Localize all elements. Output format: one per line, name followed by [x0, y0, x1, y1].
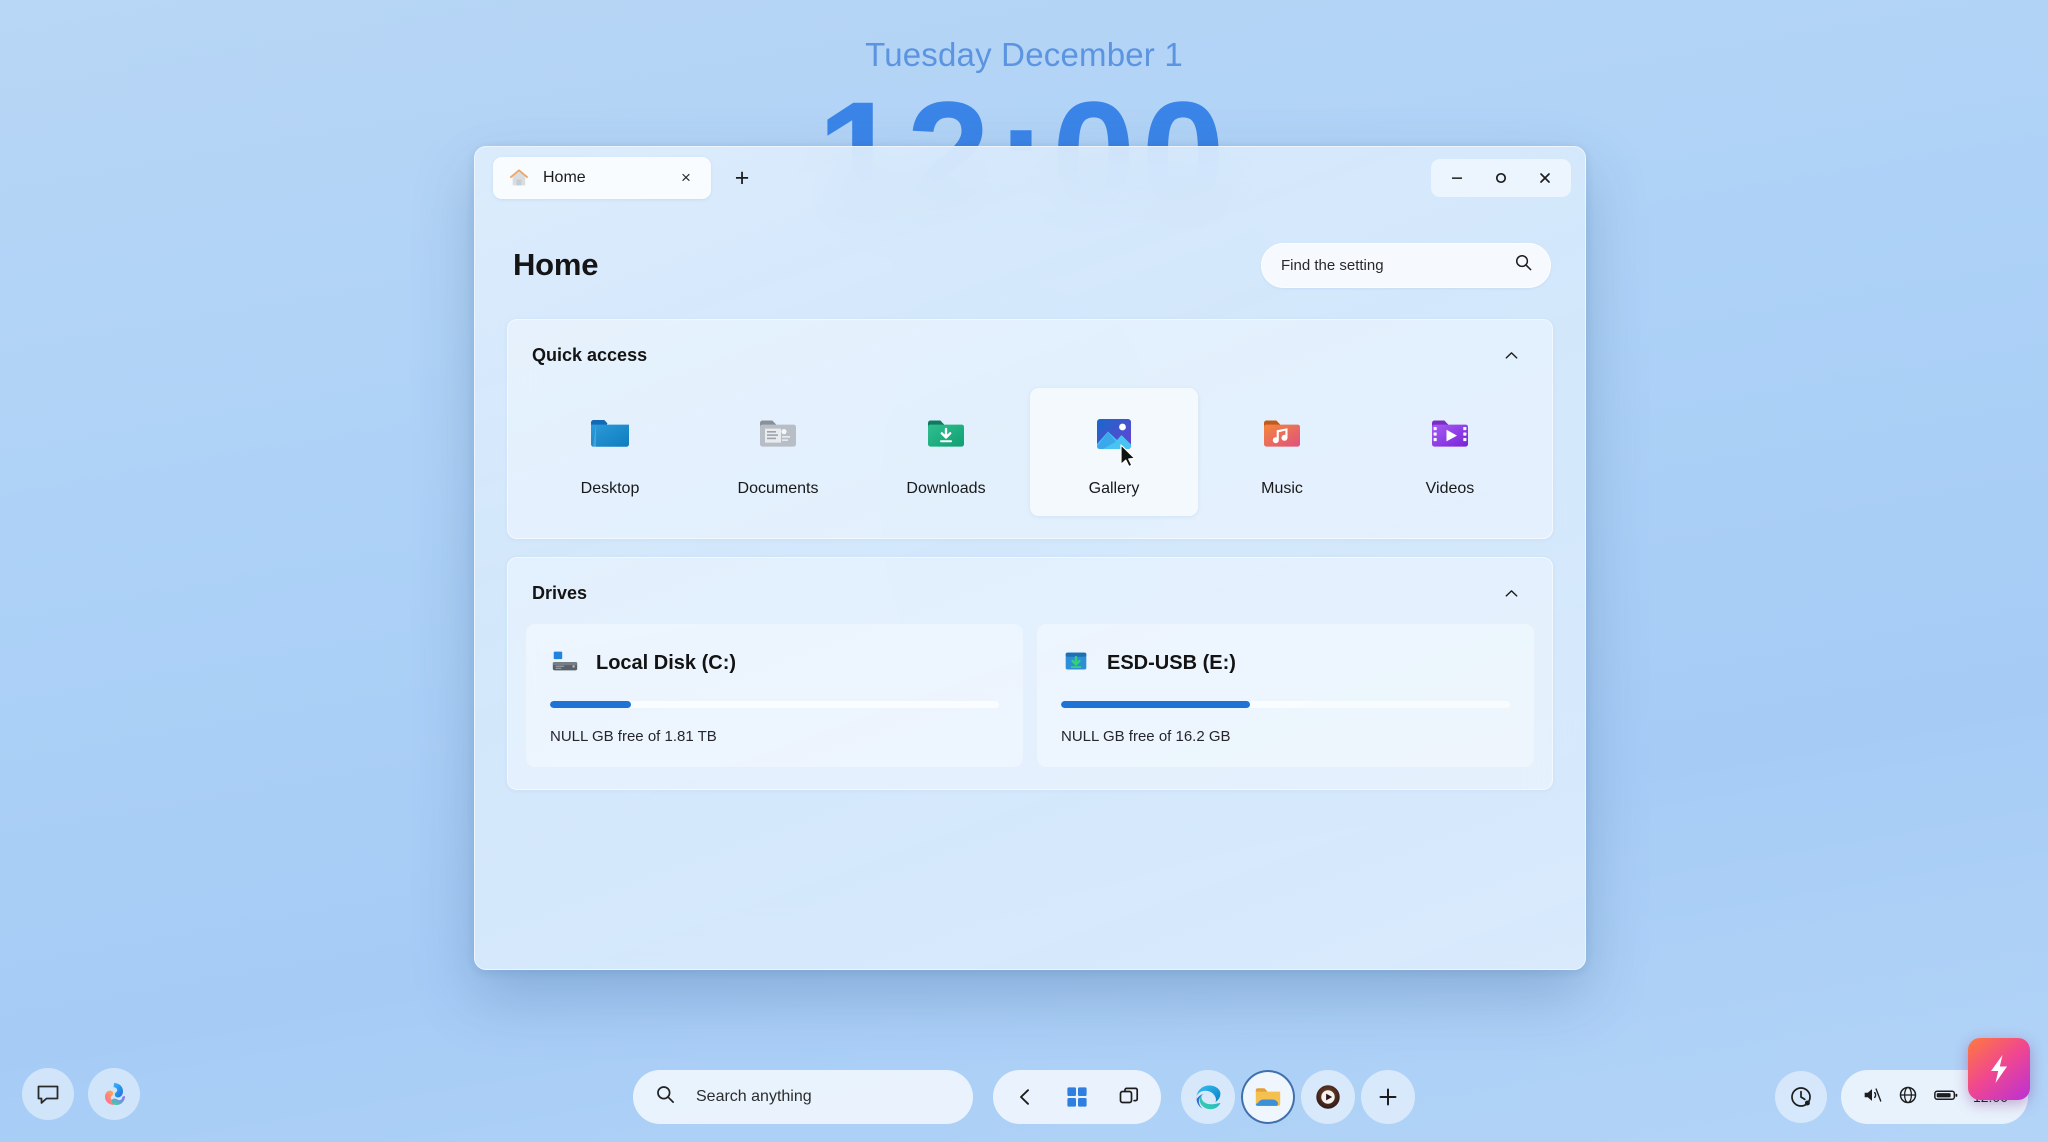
windows-start-icon[interactable] [1053, 1074, 1101, 1120]
quick-access-tile-desktop[interactable]: Desktop [526, 388, 694, 516]
drives-list: Local Disk (C:) NULL GB free of 1.81 TB [508, 622, 1552, 789]
network-globe-icon[interactable] [1897, 1084, 1919, 1111]
drive-usage-fill [550, 701, 631, 708]
drive-capacity-text: NULL GB free of 16.2 GB [1061, 728, 1231, 745]
search-icon [1514, 253, 1533, 277]
taskbar: Search anything [0, 1038, 2048, 1142]
folder-downloads-icon [922, 410, 970, 458]
drive-name: Local Disk (C:) [596, 652, 737, 674]
tab-home[interactable]: Home × [493, 157, 711, 199]
hard-drive-icon [550, 646, 580, 681]
taskbar-search-box[interactable]: Search anything [633, 1070, 973, 1124]
taskbar-search-placeholder: Search anything [696, 1088, 812, 1105]
folder-gallery-icon [1090, 410, 1138, 468]
quick-access-tile-documents[interactable]: Documents [694, 388, 862, 516]
drive-item-local-disk-c[interactable]: Local Disk (C:) NULL GB free of 1.81 TB [526, 624, 1023, 767]
quick-access-tile-label: Documents [737, 480, 819, 497]
folder-desktop-icon [586, 410, 634, 458]
quick-access-tile-label: Videos [1425, 480, 1475, 497]
chat-icon[interactable] [22, 1068, 74, 1120]
quick-access-tile-label: Gallery [1088, 480, 1140, 497]
file-explorer-icon[interactable] [1241, 1070, 1295, 1124]
tab-label: Home [543, 169, 586, 186]
quick-access-tile-gallery[interactable]: Gallery [1030, 388, 1198, 516]
maximize-button[interactable] [1479, 162, 1523, 194]
task-view-icon[interactable] [1105, 1074, 1153, 1120]
back-icon[interactable] [1001, 1074, 1049, 1120]
quick-access-tile-videos[interactable]: Videos [1366, 388, 1534, 516]
page-title: Home [513, 247, 599, 282]
add-app-icon[interactable] [1361, 1070, 1415, 1124]
folder-documents-icon [754, 410, 802, 458]
settings-search-box[interactable]: Find the setting [1261, 242, 1551, 288]
search-icon [655, 1084, 676, 1110]
drives-header: Drives [508, 558, 1552, 622]
media-player-icon[interactable] [1301, 1070, 1355, 1124]
drive-header: ESD-USB (E:) [1061, 646, 1510, 681]
battery-icon[interactable] [1933, 1084, 1959, 1111]
drives-title: Drives [532, 582, 588, 603]
edge-icon[interactable] [1181, 1070, 1235, 1124]
drive-usage-bar [1061, 701, 1510, 708]
drive-capacity-text: NULL GB free of 1.81 TB [550, 728, 717, 745]
page-header: Home Find the setting [475, 209, 1585, 301]
drives-card: Drives Local Disk (C:) NULL GB free of 1… [507, 557, 1553, 790]
taskbar-left-group [22, 1068, 140, 1120]
taskbar-app-group [1181, 1070, 1415, 1124]
new-tab-button[interactable]: + [725, 161, 759, 195]
tab-close-button[interactable]: × [673, 165, 699, 191]
clock-history-icon[interactable] [1774, 1071, 1827, 1123]
drive-usage-fill [1061, 701, 1250, 708]
home-icon [507, 166, 531, 190]
drives-collapse-chevron-up-icon[interactable] [1494, 578, 1528, 608]
window-controls [1431, 159, 1571, 197]
folder-videos-icon [1426, 410, 1474, 458]
window-content: Quick access Desktop Documents Downloads… [475, 301, 1585, 790]
quick-access-collapse-chevron-up-icon[interactable] [1494, 340, 1528, 370]
quick-access-tile-label: Downloads [906, 480, 986, 497]
close-button[interactable] [1523, 162, 1567, 194]
desktop-date: Tuesday December 1 [865, 36, 1183, 73]
lightning-badge-icon[interactable] [1968, 1038, 2030, 1100]
folder-music-icon [1258, 410, 1306, 458]
drive-usage-bar [550, 701, 999, 708]
minimize-button[interactable] [1435, 162, 1479, 194]
quick-access-header: Quick access [508, 320, 1552, 384]
copilot-icon[interactable] [88, 1068, 140, 1120]
taskbar-nav-pill [993, 1070, 1161, 1124]
quick-access-tile-label: Music [1261, 480, 1303, 497]
quick-access-tile-label: Desktop [580, 480, 640, 497]
quick-access-tile-music[interactable]: Music [1198, 388, 1366, 516]
quick-access-tile-downloads[interactable]: Downloads [862, 388, 1030, 516]
settings-search-placeholder: Find the setting [1281, 256, 1384, 274]
quick-access-title: Quick access [532, 344, 648, 365]
quick-access-card: Quick access Desktop Documents Downloads… [507, 319, 1553, 539]
volume-mute-icon[interactable] [1861, 1084, 1883, 1111]
window-titlebar: Home × + [475, 147, 1585, 209]
taskbar-center-group: Search anything [633, 1070, 1415, 1124]
file-explorer-window: Home × + Home Find the setting Quick acc… [474, 146, 1586, 970]
quick-access-tiles: Desktop Documents Downloads Gallery Musi… [508, 384, 1552, 538]
usb-drive-icon [1061, 646, 1091, 681]
drive-name: ESD-USB (E:) [1107, 652, 1236, 674]
drive-item-esd-usb-e[interactable]: ESD-USB (E:) NULL GB free of 16.2 GB [1037, 624, 1534, 767]
drive-header: Local Disk (C:) [550, 646, 999, 681]
